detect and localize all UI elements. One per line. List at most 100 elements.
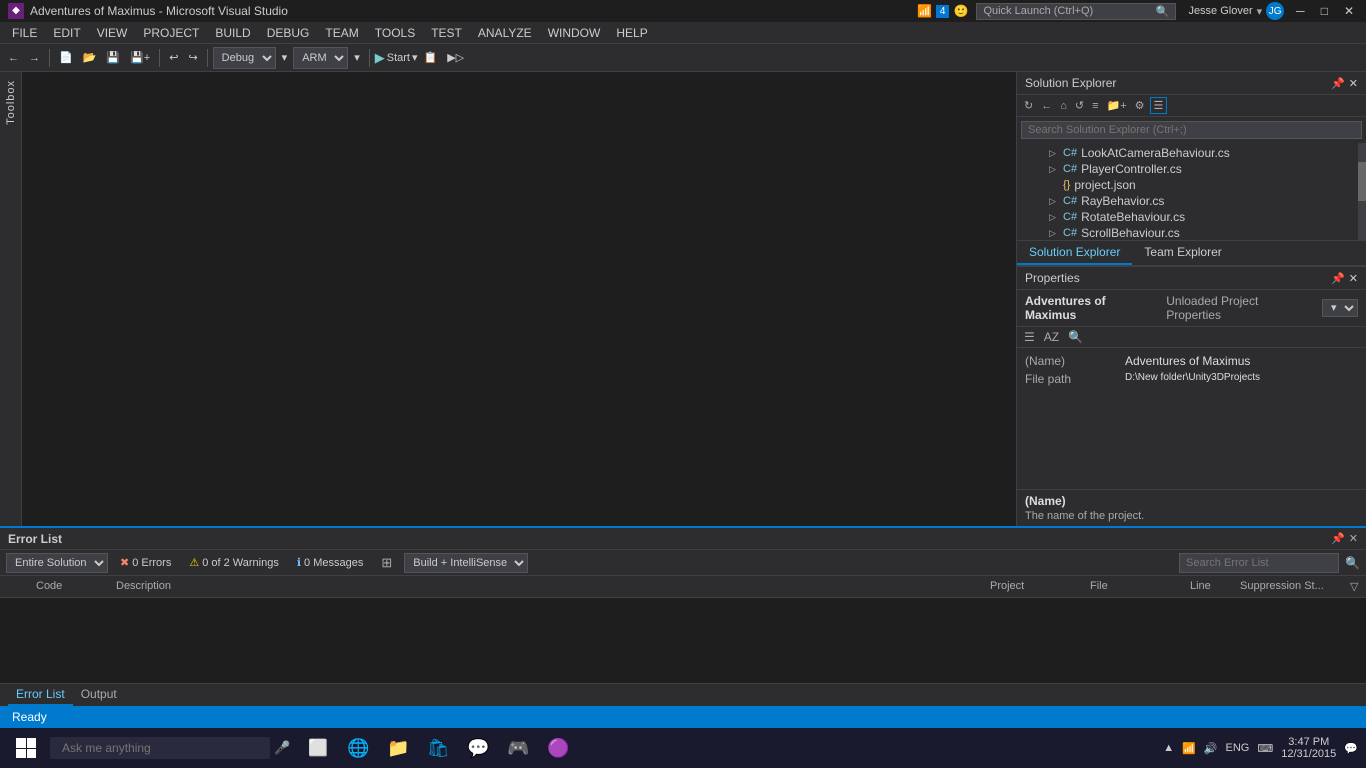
props-categories-button[interactable]: ☰ xyxy=(1021,329,1038,345)
save-button[interactable]: 💾 xyxy=(102,49,124,66)
el-search-icon[interactable]: 🔍 xyxy=(1345,556,1360,570)
el-warnings-button[interactable]: ⚠ 0 of 2 Warnings xyxy=(183,555,285,570)
extra-toolbar-btn[interactable]: 📋 xyxy=(420,49,442,66)
notification-center-icon[interactable]: 💬 xyxy=(1344,742,1358,755)
start-button[interactable]: ▶ Start ▾ xyxy=(375,50,418,66)
taskbar-vs-icon[interactable]: 🟣 xyxy=(542,732,574,764)
se-scrollbar[interactable] xyxy=(1358,143,1366,240)
se-item-raybehavior[interactable]: ▷ C# RayBehavior.cs xyxy=(1017,193,1366,209)
expand-icon[interactable]: ▷ xyxy=(1049,164,1063,175)
save-all-button[interactable]: 💾+ xyxy=(126,49,154,66)
taskbar-explorer-icon[interactable]: 📁 xyxy=(382,732,414,764)
taskbar-store-icon[interactable]: 🛍 xyxy=(422,732,454,764)
taskbar-skype-icon[interactable]: 💬 xyxy=(462,732,494,764)
expand-icon[interactable]: ▷ xyxy=(1049,212,1063,223)
el-col-line[interactable]: Line xyxy=(1184,578,1234,595)
se-home-button[interactable]: ⌂ xyxy=(1057,99,1070,113)
config-dropdown-arrow[interactable]: ▾ xyxy=(278,49,292,66)
show-hidden-icons[interactable]: ▲ xyxy=(1163,742,1174,754)
tab-solution-explorer[interactable]: Solution Explorer xyxy=(1017,241,1132,265)
config-dropdown[interactable]: Debug xyxy=(213,47,276,69)
minimize-button[interactable]: ─ xyxy=(1292,4,1309,18)
props-pin-button[interactable]: 📌 xyxy=(1331,272,1345,285)
menu-item-team[interactable]: TEAM xyxy=(317,24,366,42)
el-close-button[interactable]: ✕ xyxy=(1349,532,1358,545)
editor-area[interactable] xyxy=(22,72,1016,526)
undo-button[interactable]: ↩ xyxy=(165,49,182,66)
el-messages-button[interactable]: ℹ 0 Messages xyxy=(291,555,370,570)
menu-item-project[interactable]: PROJECT xyxy=(135,24,207,42)
taskbar-start-button[interactable] xyxy=(8,730,44,766)
microphone-icon[interactable]: 🎤 xyxy=(274,740,290,756)
el-search-input[interactable] xyxy=(1179,553,1339,573)
expand-icon[interactable]: ▷ xyxy=(1049,148,1063,159)
menu-item-debug[interactable]: DEBUG xyxy=(259,24,318,42)
se-search-input[interactable] xyxy=(1021,121,1362,139)
open-button[interactable]: 📂 xyxy=(79,49,101,66)
se-refresh-button[interactable]: ↺ xyxy=(1072,98,1087,113)
restore-button[interactable]: □ xyxy=(1317,4,1332,18)
expand-icon[interactable]: ▷ xyxy=(1049,196,1063,207)
el-col-code[interactable]: Code xyxy=(30,578,110,595)
redo-button[interactable]: ↪ xyxy=(184,49,201,66)
props-dropdown[interactable]: ▾ xyxy=(1322,299,1358,317)
new-project-button[interactable]: 📄 xyxy=(55,49,77,66)
volume-icon[interactable]: 🔊 xyxy=(1204,742,1218,755)
el-col-project[interactable]: Project xyxy=(984,578,1084,595)
el-col-description[interactable]: Description xyxy=(110,578,984,595)
el-errors-button[interactable]: ✖ 0 Errors xyxy=(114,555,177,570)
se-collapse-button[interactable]: ≡ xyxy=(1089,99,1101,113)
el-pin-button[interactable]: 📌 xyxy=(1331,532,1345,545)
el-col-suppression[interactable]: Suppression St... xyxy=(1234,578,1344,595)
se-sync-button[interactable]: ↻ xyxy=(1021,98,1036,113)
keyboard-icon[interactable]: ⌨ xyxy=(1257,742,1273,755)
taskbar-multitasking-icon[interactable]: ⬜ xyxy=(302,732,334,764)
extra-toolbar-btn2[interactable]: ▶▷ xyxy=(443,49,468,66)
taskbar-search-input[interactable] xyxy=(50,737,270,759)
se-item-rotatebehaviour[interactable]: ▷ C# RotateBehaviour.cs xyxy=(1017,209,1366,225)
taskbar-datetime[interactable]: 3:47 PM 12/31/2015 xyxy=(1281,736,1336,760)
el-scope-dropdown[interactable]: Entire Solution xyxy=(6,553,108,573)
se-close-button[interactable]: ✕ xyxy=(1349,77,1358,90)
taskbar-firefox-icon[interactable]: 🌐 xyxy=(342,732,374,764)
user-dropdown-icon[interactable]: ▾ xyxy=(1257,5,1263,18)
menu-item-file[interactable]: FILE xyxy=(4,24,45,42)
nav-back-button[interactable]: ← xyxy=(4,50,23,66)
el-tab-error-list[interactable]: Error List xyxy=(8,684,73,706)
el-tab-output[interactable]: Output xyxy=(73,684,125,706)
se-filter-button[interactable]: ☰ xyxy=(1150,97,1168,114)
se-new-folder-button[interactable]: 📁+ xyxy=(1104,98,1130,113)
menu-item-help[interactable]: HELP xyxy=(608,24,655,42)
el-filter-dropdown[interactable]: Build + IntelliSense xyxy=(404,553,528,573)
se-pin-button[interactable]: 📌 xyxy=(1331,77,1345,90)
menu-item-tools[interactable]: TOOLS xyxy=(367,24,423,42)
platform-dropdown-arrow[interactable]: ▾ xyxy=(350,49,364,66)
network-icon[interactable]: 📶 xyxy=(1182,742,1196,755)
props-close-button[interactable]: ✕ xyxy=(1349,272,1358,285)
nav-forward-button[interactable]: → xyxy=(25,50,44,66)
props-alphabetical-button[interactable]: AZ xyxy=(1041,329,1062,345)
se-item-scrollbehaviour[interactable]: ▷ C# ScrollBehaviour.cs xyxy=(1017,225,1366,240)
ime-icon[interactable]: ENG xyxy=(1226,742,1250,754)
el-col-file[interactable]: File xyxy=(1084,578,1184,595)
el-filter2-button[interactable]: ⊞ xyxy=(375,554,398,572)
el-filter-icon[interactable]: ▽ xyxy=(1344,578,1366,595)
se-item-playercontroller[interactable]: ▷ C# PlayerController.cs xyxy=(1017,161,1366,177)
user-info[interactable]: Jesse Glover ▾ JG xyxy=(1180,2,1284,20)
quick-launch-box[interactable]: Quick Launch (Ctrl+Q) 🔍 xyxy=(976,3,1176,20)
menu-item-edit[interactable]: EDIT xyxy=(45,24,88,42)
menu-item-test[interactable]: TEST xyxy=(423,24,470,42)
tab-team-explorer[interactable]: Team Explorer xyxy=(1132,241,1233,265)
props-search-button[interactable]: 🔍 xyxy=(1065,329,1086,345)
menu-item-analyze[interactable]: ANALYZE xyxy=(470,24,540,42)
menu-item-build[interactable]: BUILD xyxy=(207,24,258,42)
se-item-projectjson1[interactable]: {} project.json xyxy=(1017,177,1366,193)
se-settings-button[interactable]: ⚙ xyxy=(1132,98,1148,113)
taskbar-unity-icon[interactable]: 🎮 xyxy=(502,732,534,764)
se-item-lookatcamera[interactable]: ▷ C# LookAtCameraBehaviour.cs xyxy=(1017,145,1366,161)
close-button[interactable]: ✕ xyxy=(1340,4,1358,18)
toolbox-panel[interactable]: Toolbox xyxy=(0,72,22,526)
platform-dropdown[interactable]: ARM xyxy=(293,47,348,69)
expand-icon[interactable]: ▷ xyxy=(1049,228,1063,239)
menu-item-view[interactable]: VIEW xyxy=(89,24,136,42)
